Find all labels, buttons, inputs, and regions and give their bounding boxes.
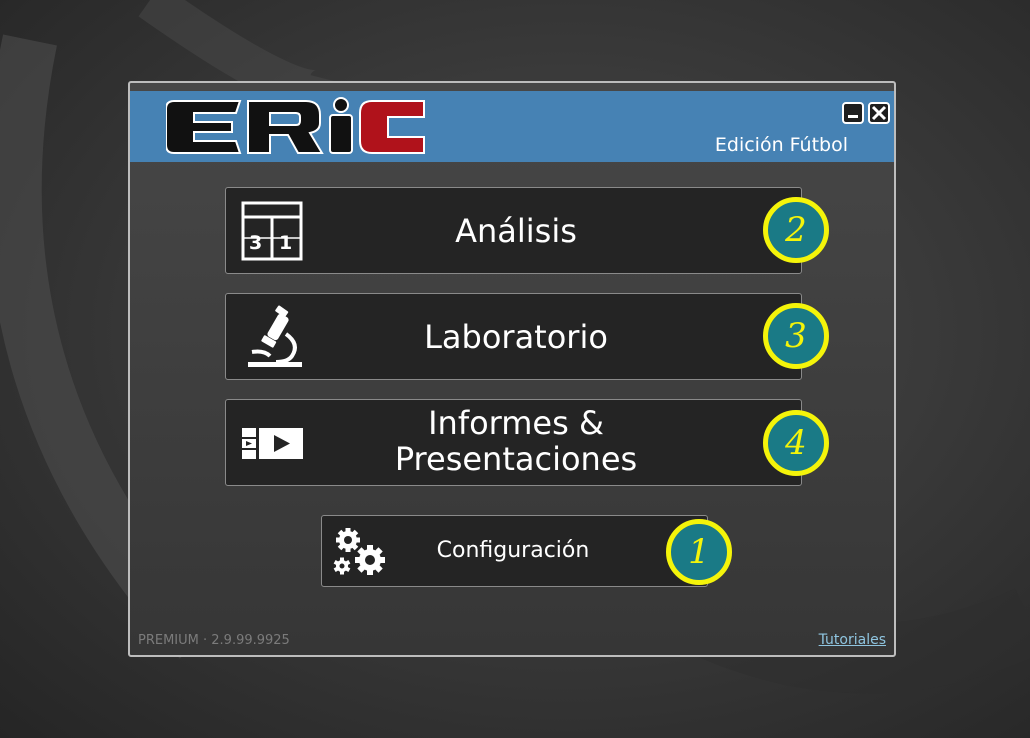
analisis-label: Análisis [455, 212, 577, 250]
laboratorio-label: Laboratorio [424, 318, 608, 356]
minimize-icon[interactable] [842, 102, 864, 124]
configuracion-button[interactable]: Configuración 1 [321, 515, 732, 587]
laboratorio-button[interactable]: Laboratorio 3 [225, 293, 829, 380]
video-player-icon [242, 428, 303, 459]
informes-label-line1: Informes & [428, 404, 604, 442]
tutorials-link[interactable]: Tutoriales [819, 632, 886, 648]
close-icon[interactable] [868, 102, 890, 124]
microscope-icon [248, 305, 302, 367]
edition-label: Edición Fútbol [714, 134, 848, 156]
informes-label-line2: Presentaciones [394, 440, 638, 478]
informes-button[interactable]: Informes & Presentaciones 4 [225, 399, 829, 486]
scoreboard-icon: 3 1 [241, 201, 303, 261]
eric-logo [166, 97, 425, 154]
badge-2: 2 [763, 197, 829, 263]
badge-4: 4 [763, 410, 829, 476]
badge-1: 1 [666, 519, 732, 585]
configuracion-label: Configuración [436, 538, 590, 563]
gears-icon [333, 528, 385, 575]
svg-text:1: 1 [279, 232, 292, 254]
version-label: PREMIUM · 2.9.99.9925 [138, 633, 290, 648]
title-bar: Edición Fútbol [130, 91, 894, 162]
badge-3: 3 [763, 303, 829, 369]
analisis-button[interactable]: 3 1 Análisis 2 [225, 187, 829, 274]
launcher-window: Edición Fútbol 3 1 Análisis 2 Laboratori… [128, 81, 896, 657]
svg-text:3: 3 [249, 232, 262, 254]
